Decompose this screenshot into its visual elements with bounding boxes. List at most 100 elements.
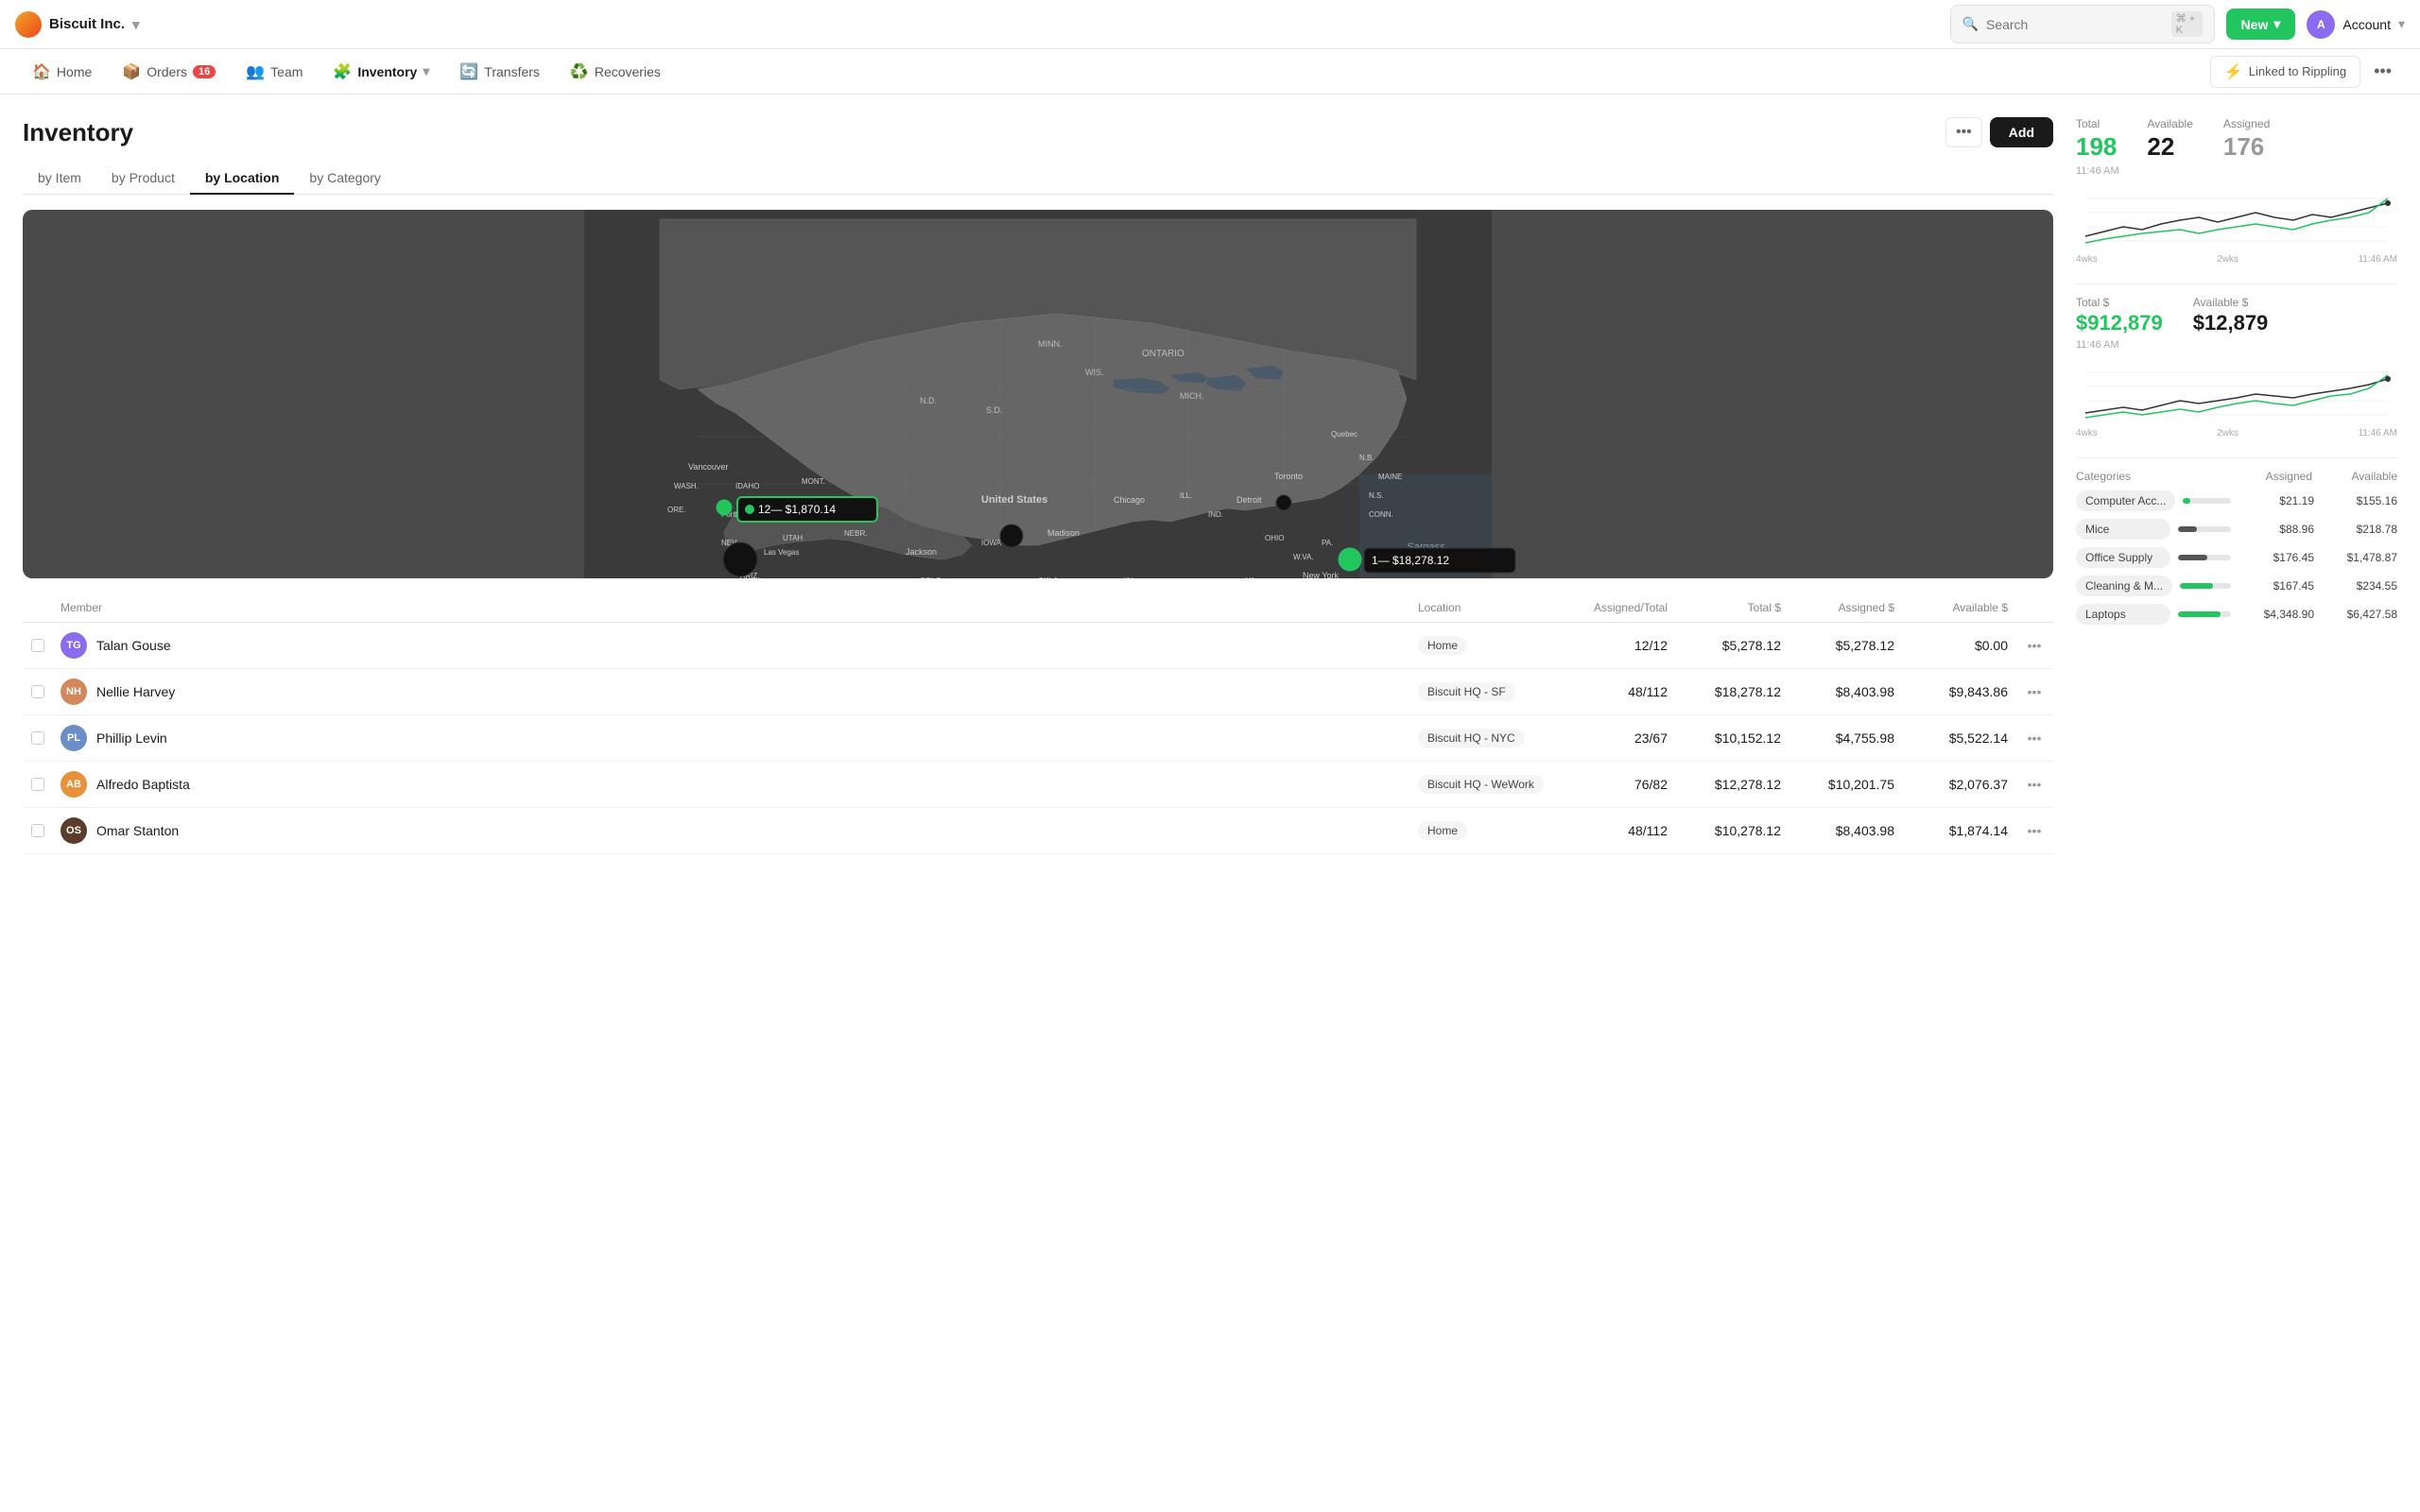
- cat-bar-3: [2178, 555, 2207, 560]
- chart-1-label-4wks: 4wks: [2076, 254, 2098, 265]
- cat-header-assigned: Assigned: [2227, 470, 2312, 483]
- map-container[interactable]: Sargass Sea Vancouver WASH. ORE. Portlan…: [23, 210, 2053, 578]
- assigned-total-1: 12/12: [1562, 638, 1675, 653]
- nav-orders[interactable]: 📦 Orders 16: [109, 57, 229, 87]
- stat-total-dollar-value: $912,879: [2076, 311, 2163, 335]
- member-cell-4: AB Alfredo Baptista: [53, 771, 1410, 798]
- new-button[interactable]: New ▾: [2226, 9, 2296, 40]
- mini-chart-1: [2076, 184, 2397, 250]
- nav-inventory[interactable]: 🧩 Inventory ▾: [320, 57, 442, 87]
- tab-by-location[interactable]: by Location: [190, 163, 295, 195]
- tab-by-item[interactable]: by Item: [23, 163, 96, 195]
- cat-available-1: $155.16: [2322, 494, 2397, 507]
- cat-bar-2: [2178, 526, 2197, 532]
- cat-bar-container-1: [2183, 498, 2231, 504]
- stat-assigned-label: Assigned: [2223, 117, 2270, 130]
- available-dollar-4: $2,076.37: [1902, 777, 2015, 792]
- nav-recoveries[interactable]: ♻️ Recoveries: [557, 57, 674, 87]
- svg-text:COLO.: COLO.: [920, 576, 943, 578]
- page-more-button[interactable]: •••: [1945, 117, 1982, 147]
- row-checkbox-4[interactable]: [23, 778, 53, 791]
- svg-text:Las Vegas: Las Vegas: [764, 548, 799, 557]
- inventory-table: Member Location Assigned/Total Total $ A…: [23, 593, 2053, 854]
- row-checkbox-2[interactable]: [23, 685, 53, 698]
- topbar: Biscuit Inc. ▾ 🔍 ⌘ + K New ▾ A Account ▾: [0, 0, 2420, 49]
- chart-2-label-2wks: 2wks: [2217, 428, 2238, 438]
- location-cell-4: Biscuit HQ - WeWork: [1410, 775, 1562, 794]
- header-member: Member: [53, 601, 1410, 614]
- table-row: AB Alfredo Baptista Biscuit HQ - WeWork …: [23, 762, 2053, 808]
- page-header: Inventory ••• Add: [23, 117, 2053, 147]
- stat-time-2: 11:46 AM: [2076, 339, 2397, 351]
- svg-text:OHIO: OHIO: [1265, 534, 1284, 542]
- tab-by-product[interactable]: by Product: [96, 163, 190, 195]
- navbar-more-button[interactable]: •••: [2364, 56, 2401, 87]
- svg-text:ILL.: ILL.: [1180, 491, 1192, 500]
- row-checkbox-3[interactable]: [23, 731, 53, 745]
- cat-available-3: $1,478.87: [2322, 551, 2397, 564]
- chart-2-label-4wks: 4wks: [2076, 428, 2098, 438]
- category-row: Cleaning & M... $167.45 $234.55: [2076, 576, 2397, 596]
- header-total-dollar: Total $: [1675, 601, 1789, 614]
- mini-chart-2: [2076, 358, 2397, 424]
- row-menu-1[interactable]: •••: [2015, 638, 2053, 653]
- svg-text:WASH.: WASH.: [674, 482, 699, 490]
- cat-bar-1: [2183, 498, 2190, 504]
- svg-text:OKLA.: OKLA.: [1038, 576, 1061, 578]
- recoveries-icon: ♻️: [570, 62, 589, 81]
- nav-team[interactable]: 👥 Team: [233, 57, 316, 87]
- header-assigned-dollar: Assigned $: [1789, 601, 1902, 614]
- svg-text:W.VA.: W.VA.: [1293, 553, 1314, 561]
- stat-available-dollar-value: $12,879: [2193, 311, 2269, 335]
- member-name-5: Omar Stanton: [96, 823, 179, 838]
- stat-available-label: Available: [2147, 117, 2192, 130]
- location-cell-2: Biscuit HQ - SF: [1410, 682, 1562, 701]
- svg-text:Detroit: Detroit: [1236, 495, 1262, 505]
- nav-recoveries-label: Recoveries: [595, 64, 661, 79]
- row-menu-4[interactable]: •••: [2015, 777, 2053, 792]
- cat-bar-5: [2178, 611, 2221, 617]
- available-dollar-2: $9,843.86: [1902, 684, 2015, 699]
- svg-text:UTAH: UTAH: [783, 534, 803, 542]
- search-input[interactable]: [1986, 17, 2164, 32]
- cat-available-5: $6,427.58: [2322, 608, 2397, 621]
- cat-bar-container-2: [2178, 526, 2231, 532]
- assigned-dollar-2: $8,403.98: [1789, 684, 1902, 699]
- row-menu-2[interactable]: •••: [2015, 684, 2053, 699]
- row-checkbox-5[interactable]: [23, 824, 53, 837]
- company-logo[interactable]: Biscuit Inc. ▾: [15, 11, 140, 38]
- stats-count-block: Total 198 Available 22 Assigned 176 11:4…: [2076, 117, 2397, 265]
- header-actions: ••• Add: [1945, 117, 2053, 147]
- member-name-2: Nellie Harvey: [96, 684, 175, 699]
- nav-home[interactable]: 🏠 Home: [19, 57, 105, 87]
- cat-header-available: Available: [2312, 470, 2397, 483]
- account-button[interactable]: A Account ▾: [2307, 10, 2405, 39]
- row-checkbox-1[interactable]: [23, 639, 53, 652]
- cat-bar-container-4: [2180, 583, 2231, 589]
- tab-by-category[interactable]: by Category: [294, 163, 395, 195]
- svg-text:PA.: PA.: [1322, 539, 1333, 547]
- search-box[interactable]: 🔍 ⌘ + K: [1950, 5, 2215, 43]
- cat-available-2: $218.78: [2322, 523, 2397, 536]
- table-header: Member Location Assigned/Total Total $ A…: [23, 593, 2053, 623]
- search-shortcut: ⌘ + K: [2171, 11, 2203, 37]
- company-chevron-icon: ▾: [132, 16, 140, 33]
- available-dollar-1: $0.00: [1902, 638, 2015, 653]
- svg-text:N.S.: N.S.: [1369, 491, 1384, 500]
- nav-orders-label: Orders: [147, 64, 187, 79]
- row-menu-5[interactable]: •••: [2015, 823, 2053, 838]
- new-chevron-icon: ▾: [2273, 16, 2280, 32]
- page-title: Inventory: [23, 118, 133, 147]
- available-dollar-3: $5,522.14: [1902, 730, 2015, 746]
- member-avatar-1: TG: [60, 632, 87, 659]
- member-name-1: Talan Gouse: [96, 638, 171, 653]
- member-avatar-5: OS: [60, 817, 87, 844]
- nav-transfers[interactable]: 🔄 Transfers: [446, 57, 553, 87]
- svg-text:VA.: VA.: [1246, 576, 1257, 578]
- linked-rippling-button[interactable]: ⚡ Linked to Rippling: [2210, 56, 2360, 88]
- row-menu-3[interactable]: •••: [2015, 730, 2053, 746]
- svg-text:NEBR.: NEBR.: [844, 529, 867, 538]
- add-button[interactable]: Add: [1990, 117, 2053, 147]
- nav-transfers-label: Transfers: [484, 64, 540, 79]
- cat-badge-5: Laptops: [2076, 604, 2170, 625]
